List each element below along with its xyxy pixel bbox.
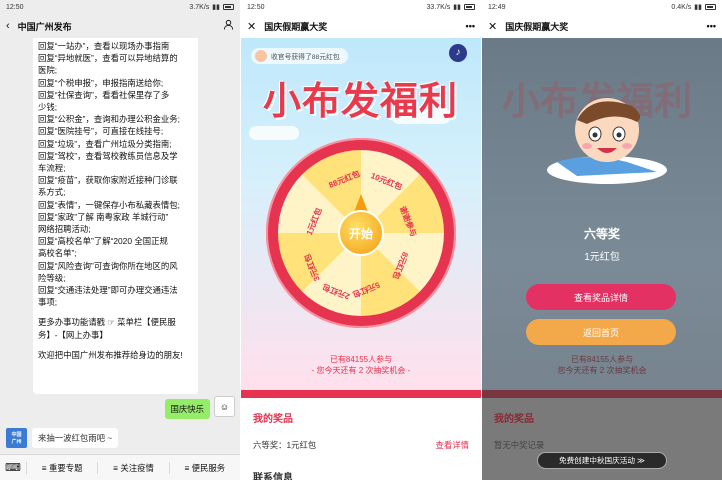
message-line: 回复“个税申报”，申报指南送给你; (38, 77, 164, 88)
promo-banner: 收官号获得了88元红包 ♪ 小布发福利 88元红包 10元红包 谢谢参与 8元红… (241, 38, 481, 390)
winner-notice-text: 收官号获得了88元红包 (271, 54, 340, 61)
page-header: ✕ 国庆假期赢大奖 ••• (241, 14, 481, 38)
close-icon[interactable]: ✕ (247, 20, 256, 33)
message-line: 回复“垃圾”，查看广州垃圾分类指南; (38, 138, 172, 149)
message-line: 回复“驾校”，查看驾校教练员信息及学 (38, 150, 178, 161)
my-prizes-title: 我的奖品 (253, 414, 293, 425)
message-bubble: 回复“一站办”，查看以现场办事指南 回复“异地就医”，查看可以异地结算的 医院; 回复… (33, 38, 198, 394)
award-level: 六等奖 (583, 227, 620, 241)
music-icon[interactable]: ♪ (449, 44, 467, 62)
battery-icon (223, 4, 234, 10)
status-bar: 12:50 3.7K/s ▮▮ (0, 0, 240, 14)
prize-wheel[interactable]: 88元红包 10元红包 谢谢参与 8元红包 5元红包 1元红包 3元红包 2元红… (266, 138, 456, 328)
view-prize-details-button[interactable]: 查看奖品详情 (526, 284, 676, 310)
bottom-menu-bar: ⌨ ≡ 重要专题 ≡ 关注疫情 ≡ 便民服务 (0, 454, 240, 480)
message-line: 险等级; (38, 272, 66, 283)
battery-icon (705, 4, 716, 10)
prize-result-panel: 12:49 0.4K/s ▮▮ ✕ 国庆假期赢大奖 ••• 小布发福利 已有84… (482, 0, 722, 480)
message-line: 高校名单”; (38, 248, 77, 259)
close-icon[interactable]: ✕ (488, 20, 497, 33)
award-info: 六等奖 1元红包 (482, 225, 722, 263)
card-text[interactable]: 来抽一波红包雨吧 ~ (32, 428, 119, 448)
message-line: 回复“医院挂号”，可直接在线挂号; (38, 126, 164, 137)
avatar[interactable]: ☺ (214, 396, 235, 417)
message-line: 系方式; (38, 187, 66, 198)
chevron-left-icon[interactable]: ‹ (6, 20, 10, 32)
message-line: 车流程; (38, 163, 66, 174)
promo-title: 小布发福利 (263, 79, 459, 123)
prize-row: 六等奖：1元红包 查看详情 (241, 425, 481, 451)
message-line: 事项; (38, 297, 58, 308)
page-title: 国庆假期赢大奖 (264, 21, 328, 32)
more-icon[interactable]: ••• (707, 21, 716, 31)
message-line: 回复“社保查询”，看看社保里存了多 (38, 89, 170, 100)
no-prize-text: 暂无中奖记录 (494, 440, 545, 450)
message-line: 回复“交通违法处理”即可办理交通违法 (38, 285, 178, 296)
my-prizes-title: 我的奖品 (494, 414, 534, 425)
status-bar: 12:50 33.7K/s ▮▮ (241, 0, 481, 14)
winner-notice: 收官号获得了88元红包 (251, 48, 348, 64)
message-line: 回复“疫苗”，获取你家附近接种门诊联 (38, 175, 178, 186)
award-value: 1元红包 (584, 252, 620, 263)
remaining-chances: 您今天还有 2 次抽奖机会 (557, 366, 647, 375)
menu-epidemic[interactable]: ≡ 关注疫情 (97, 461, 168, 474)
status-time: 12:50 (6, 3, 24, 11)
message-line: 回复“家政”了解 南粤家政 羊城行动” (38, 211, 169, 222)
back-home-button[interactable]: 返回首页 (526, 319, 676, 345)
page-header: ✕ 国庆假期赢大奖 ••• (482, 14, 722, 38)
network-speed: 33.7K/s (426, 3, 451, 11)
status-bar: 12:49 0.4K/s ▮▮ (482, 0, 722, 14)
message-line: 回复“风险查询”可查询你所在地区的风 (38, 260, 178, 271)
signal-icon: ▮▮ (453, 4, 461, 11)
participants-count: 已有84155人参与 (329, 355, 393, 364)
message-line: 少钱; (38, 102, 58, 113)
participants-info-dimmed: 已有84155人参与 您今天还有 2 次抽奖机会 (482, 354, 722, 376)
wechat-chat-panel: 12:50 3.7K/s ▮▮ ‹ 中国广州发布 回复“一站办”，查看以现场办事… (0, 0, 240, 480)
chat-body[interactable]: 回复“一站办”，查看以现场办事指南 回复“异地就医”，查看可以异地结算的 医院; 回复… (0, 38, 240, 454)
status-time: 12:50 (247, 3, 265, 11)
network-speed: 3.7K/s (189, 3, 210, 11)
prize-item: 六等奖：1元红包 (253, 440, 317, 450)
more-icon[interactable]: ••• (466, 21, 475, 31)
message-line: 回复“高校名单”了解“2020 全国正规 (38, 236, 168, 247)
message-line: 医院; (38, 65, 58, 76)
menu-services[interactable]: ≡ 便民服务 (168, 461, 240, 474)
person-icon[interactable] (223, 19, 234, 33)
section-divider (241, 390, 481, 398)
signal-icon: ▮▮ (694, 4, 702, 11)
recommend-text: 欢迎把中国广州发布推荐给身边的朋友! (38, 349, 183, 360)
contact-title: 联系信息 (253, 473, 293, 480)
status-time: 12:49 (488, 3, 506, 11)
my-prizes-section: 我的奖品 六等奖：1元红包 查看详情 联系信息 (241, 398, 481, 480)
start-button[interactable]: 开始 (338, 210, 384, 256)
message-line: 回复“表情”，一键保存小布私藏表情包; (38, 199, 180, 210)
official-account-logo: 中国 广州 (6, 428, 27, 448)
network-speed: 0.4K/s (671, 3, 692, 11)
lottery-panel: 12:50 33.7K/s ▮▮ ✕ 国庆假期赢大奖 ••• 收官号获得了88元… (241, 0, 481, 480)
cartoon-mascot (547, 98, 667, 184)
view-details-link[interactable]: 查看详情 (436, 439, 470, 451)
message-line: 回复“异地就医”，查看可以异地结算的 (38, 53, 178, 64)
message-line: 回复“一站办”，查看以现场办事指南 (38, 41, 170, 51)
card-message[interactable]: 中国 广州 来抽一波红包雨吧 ~ (6, 428, 119, 448)
message-line: 回复“公积金”，查询和办理公积金业务; (38, 114, 180, 125)
message-line: 网络招聘活动; (38, 224, 91, 235)
more-text: 更多办事功能请戳 ☞ 菜单栏【便民服务】-【网上办事】 (38, 317, 176, 340)
participants-count: 已有84155人参与 (570, 355, 634, 364)
page-title: 国庆假期赢大奖 (505, 21, 569, 32)
participants-info: 已有84155人参与 - 您今天还有 2 次抽奖机会 - (241, 354, 481, 376)
chat-header: ‹ 中国广州发布 (0, 14, 240, 38)
signal-icon: ▮▮ (212, 4, 220, 11)
free-create-button[interactable]: 免费创建中秋国庆活动 ≫ (537, 452, 667, 469)
my-message-bubble: 国庆快乐 (164, 399, 210, 419)
remaining-chances: - 您今天还有 2 次抽奖机会 - (311, 366, 411, 375)
keyboard-icon[interactable]: ⌨ (0, 461, 26, 474)
user-avatar-icon (255, 50, 267, 62)
chat-title: 中国广州发布 (17, 21, 72, 32)
section-divider (482, 390, 722, 398)
battery-icon (464, 4, 475, 10)
menu-important-topics[interactable]: ≡ 重要专题 (26, 461, 97, 474)
